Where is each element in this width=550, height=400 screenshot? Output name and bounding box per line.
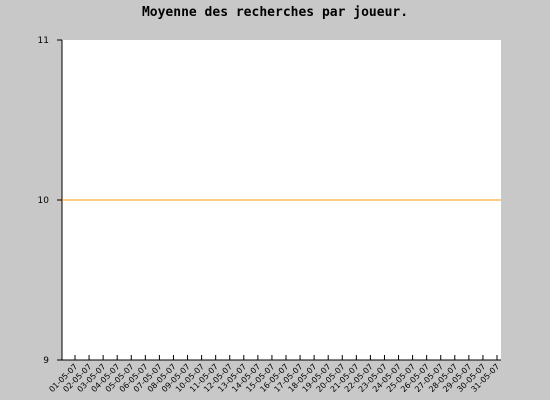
chart-svg: 11 10 9 01-05-0702-05-0703-05-0704-05-0705… <box>38 36 502 394</box>
y-tick-label: 10 <box>38 196 50 206</box>
y-tick-label: 11 <box>38 36 49 46</box>
y-axis: 11 10 9 <box>38 36 63 366</box>
x-axis: 01-05-0702-05-0703-05-0704-05-0705-05-07… <box>47 355 501 394</box>
chart-root: Moyenne des recherches par joueur. 11 10 9… <box>0 0 550 400</box>
y-tick-label: 9 <box>43 356 49 366</box>
